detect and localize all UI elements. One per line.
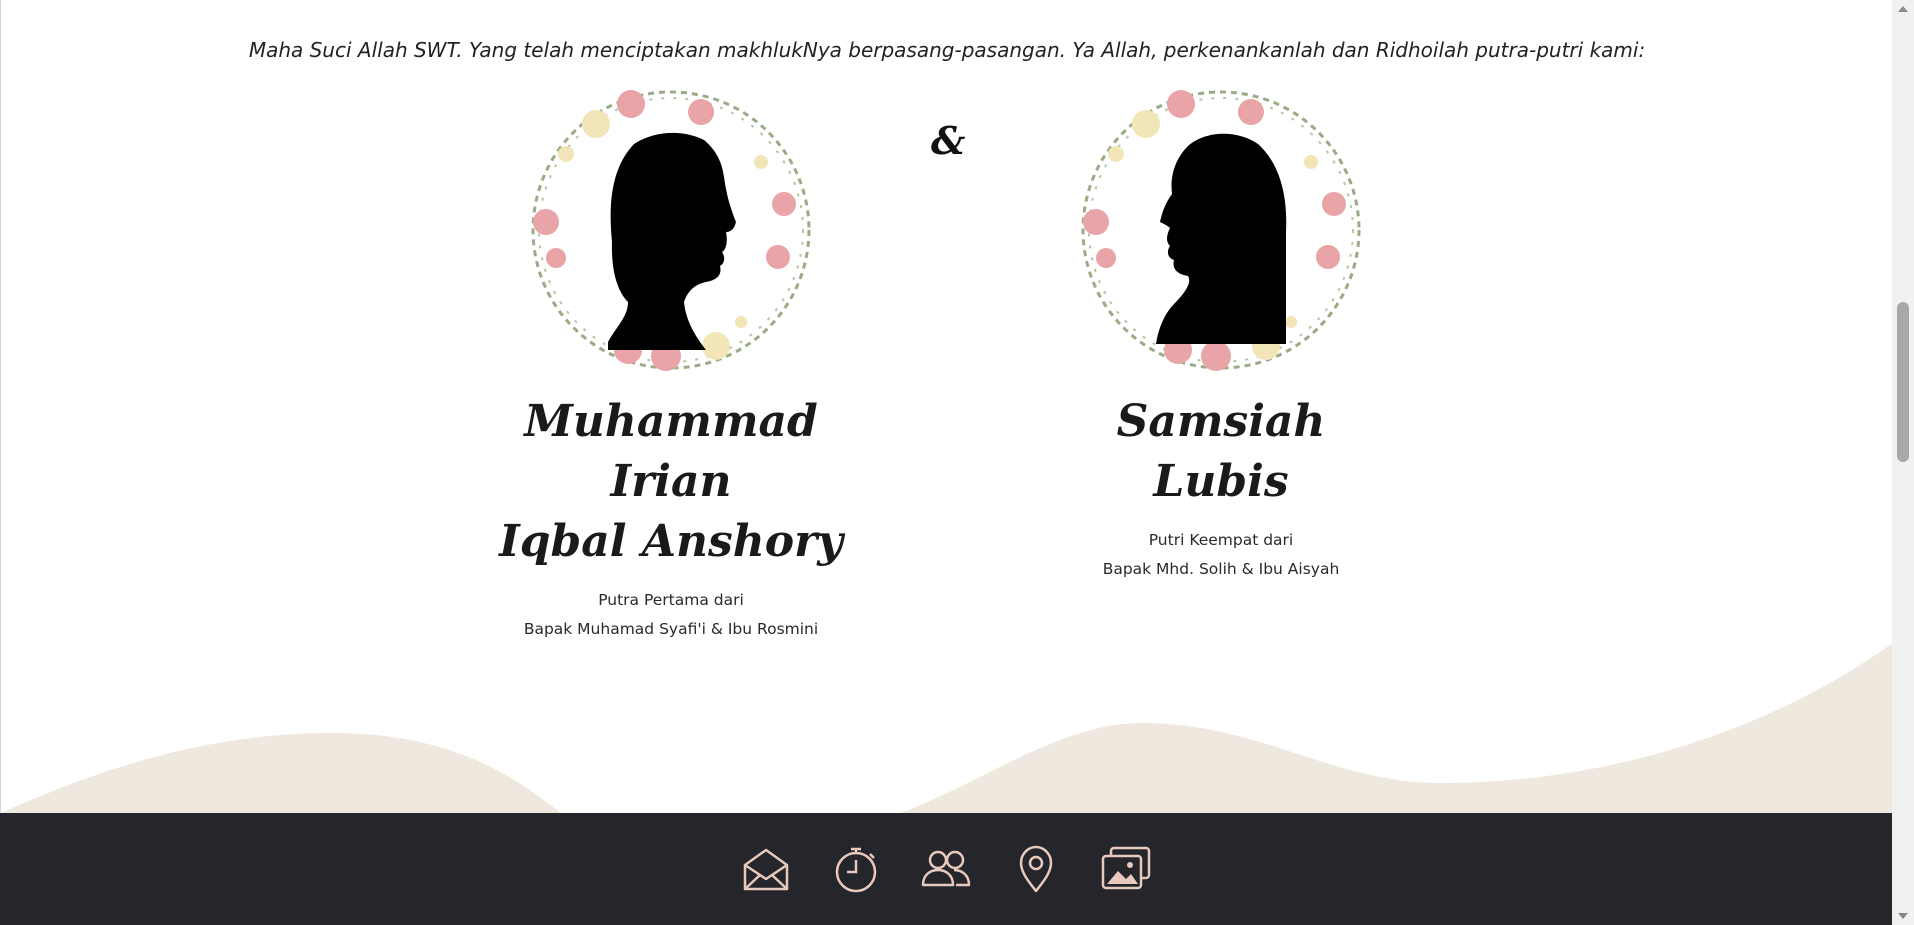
nav-gallery-button[interactable] (1100, 843, 1152, 895)
bride-name: Samsiah Lubis (1031, 392, 1411, 512)
bride-parents: Bapak Mhd. Solih & Ibu Aisyah (1102, 560, 1340, 578)
nav-invitation-button[interactable] (740, 843, 792, 895)
scroll-thumb[interactable] (1897, 302, 1909, 462)
intro-text: Maha Suci Allah SWT. Yang telah mencipta… (248, 38, 1646, 62)
invitation-page: Maha Suci Allah SWT. Yang telah mencipta… (0, 0, 1893, 813)
bride-parents-info: Putri Keempat dari Bapak Mhd. Solih & Ib… (1031, 526, 1411, 584)
envelope-open-icon (743, 848, 789, 891)
groom-name-line-1: Muhammad Irian (524, 396, 818, 507)
bride-section: Samsiah Lubis Putri Keempat dari Bapak M… (1031, 82, 1411, 584)
vertical-scrollbar[interactable] (1892, 0, 1914, 925)
stopwatch-icon (835, 847, 877, 893)
nav-countdown-button[interactable] (830, 843, 882, 895)
groom-portrait (531, 90, 811, 371)
bride-silhouette (1156, 133, 1287, 344)
bride-relation: Putri Keempat dari (1148, 531, 1294, 549)
ampersand: & (931, 118, 966, 163)
bride-portrait (1081, 90, 1361, 371)
bottom-navigation (0, 813, 1892, 925)
map-pin-icon (1019, 845, 1053, 893)
decorative-wave (1, 643, 1893, 813)
people-icon (921, 850, 971, 887)
bride-name-line-2: Lubis (1153, 456, 1289, 507)
groom-silhouette (608, 132, 736, 350)
gallery-icon (1101, 846, 1151, 890)
scroll-up-arrow[interactable] (1898, 6, 1908, 12)
groom-section: Muhammad Irian Iqbal Anshory Putra Perta… (481, 82, 861, 644)
scroll-down-arrow[interactable] (1898, 913, 1908, 919)
groom-name-line-2: Iqbal Anshory (499, 516, 843, 567)
nav-couple-button[interactable] (920, 843, 972, 895)
bride-name-line-1: Samsiah (1116, 396, 1326, 447)
groom-name: Muhammad Irian Iqbal Anshory (481, 392, 861, 572)
nav-location-button[interactable] (1010, 843, 1062, 895)
